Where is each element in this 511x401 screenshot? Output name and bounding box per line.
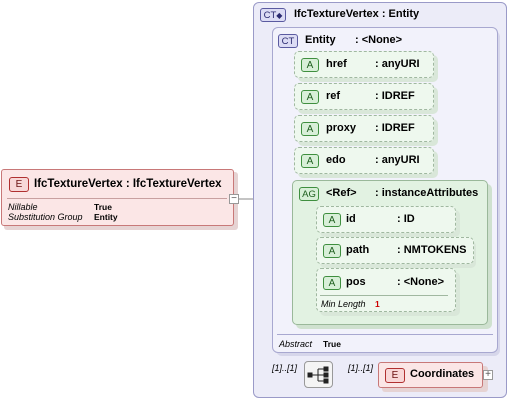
divider: [320, 295, 448, 296]
abstract-label: Abstract: [279, 339, 313, 349]
collapse-toggle[interactable]: −: [229, 194, 239, 204]
attribute-group-name: : instanceAttributes: [375, 187, 479, 199]
complex-type-icon: CT◆: [260, 8, 286, 22]
sequence-icon: [307, 366, 329, 384]
attribute-type: : NMTOKENS: [397, 244, 467, 256]
sequence-multiplicity: [1]..[1]: [272, 363, 298, 373]
divider: [277, 334, 493, 335]
child-multiplicity: [1]..[1]: [348, 363, 374, 373]
extension-arrow-icon: ◆: [276, 11, 283, 20]
attribute-pos[interactable]: A pos : <None> Min Length 1: [316, 268, 456, 312]
attribute-icon: A: [301, 122, 319, 136]
attribute-type: : IDREF: [375, 90, 415, 102]
attribute-icon: A: [301, 90, 319, 104]
attribute-name: pos: [346, 276, 366, 288]
base-type-icon: CT: [278, 34, 298, 48]
min-length-value: 1: [375, 299, 380, 309]
substitution-group-value: Entity: [94, 212, 118, 222]
attribute-name: ref: [326, 90, 341, 102]
expand-toggle[interactable]: +: [483, 370, 493, 380]
attribute-proxy[interactable]: A proxy : IDREF: [294, 115, 434, 142]
divider: [7, 198, 227, 199]
attribute-ref[interactable]: A ref : IDREF: [294, 83, 434, 110]
coordinates-name: Coordinates: [410, 368, 475, 380]
attribute-group-ref: <Ref>: [326, 187, 357, 199]
attribute-icon: A: [323, 276, 341, 290]
attribute-name: href: [326, 58, 347, 70]
attribute-type: : anyURI: [375, 154, 420, 166]
sequence-compositor[interactable]: [304, 361, 333, 388]
attribute-edo[interactable]: A edo : anyURI: [294, 147, 434, 174]
attribute-name: id: [346, 213, 356, 225]
attribute-name: edo: [326, 154, 346, 166]
attribute-icon: A: [301, 58, 319, 72]
ct-badge-text: CT: [263, 10, 277, 21]
attribute-path[interactable]: A path : NMTOKENS: [316, 237, 474, 264]
attribute-icon: A: [323, 213, 341, 227]
complex-type-name: IfcTextureVertex : Entity: [294, 8, 420, 20]
attribute-type: : anyURI: [375, 58, 420, 70]
attribute-type: : <None>: [397, 276, 445, 288]
element-icon: E: [9, 177, 29, 192]
attribute-name: path: [346, 244, 370, 256]
attribute-type: : IDREF: [375, 122, 415, 134]
element-icon: E: [385, 368, 405, 383]
base-type-name: Entity: [305, 34, 336, 46]
attribute-type: : ID: [397, 213, 415, 225]
plus-icon: +: [485, 369, 491, 380]
root-element-name: IfcTextureVertex : IfcTextureVertex: [34, 178, 222, 190]
attribute-group-icon: AG: [299, 187, 319, 201]
attribute-icon: A: [301, 154, 319, 168]
base-type-type: : <None>: [355, 34, 403, 46]
substitution-group-label: Substitution Group: [8, 212, 83, 222]
attribute-id[interactable]: A id : ID: [316, 206, 456, 233]
root-element[interactable]: E IfcTextureVertex : IfcTextureVertex Ni…: [1, 169, 234, 226]
coordinates-element[interactable]: E Coordinates: [378, 362, 483, 388]
minus-icon: −: [231, 193, 237, 204]
nillable-value: True: [94, 202, 112, 212]
attribute-name: proxy: [326, 122, 356, 134]
attribute-href[interactable]: A href : anyURI: [294, 51, 434, 78]
abstract-value: True: [323, 339, 341, 349]
min-length-label: Min Length: [321, 299, 366, 309]
nillable-label: Nillable: [8, 202, 38, 212]
attribute-icon: A: [323, 244, 341, 258]
